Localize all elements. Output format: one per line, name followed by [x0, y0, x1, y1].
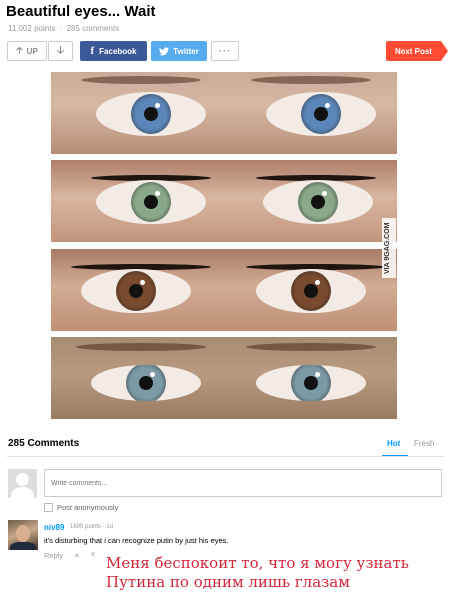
watermark-text: VIA 9GAG.COM: [384, 222, 391, 274]
eye: [96, 180, 206, 224]
comment-meta: 1695 points · 1d: [70, 524, 113, 530]
eye-strip-3: [51, 249, 397, 331]
next-post-button[interactable]: Next Post: [386, 41, 448, 61]
arrow-down-icon: 🡣: [56, 44, 65, 56]
comment-downvote-icon[interactable]: ▼: [89, 550, 97, 559]
comment-points: 1695 points: [70, 524, 102, 530]
post-image[interactable]: [51, 72, 397, 419]
overlay-caption-line-2: Путина по одним лишь глазам: [106, 573, 350, 591]
twitter-bird-icon: [159, 46, 170, 55]
eye: [91, 365, 201, 401]
post-comments-count[interactable]: 285 comments: [67, 24, 119, 33]
watermark: VIA 9GAG.COM: [382, 218, 396, 278]
arrow-up-icon: 🡡: [16, 45, 23, 55]
comments-title: 285 Comments: [8, 438, 80, 449]
overlay-caption-line-1: Меня беспокоит то, что я могу узнать: [106, 554, 409, 572]
post-title: Beautiful eyes... Wait: [6, 3, 156, 20]
iris: [291, 365, 331, 401]
twitter-share-button[interactable]: Twitter: [151, 41, 207, 61]
eye: [266, 92, 376, 136]
eyebrow: [81, 76, 201, 84]
more-options-button[interactable]: ···: [211, 41, 239, 61]
tab-hot[interactable]: Hot: [387, 439, 400, 448]
comment-meta-separator: ·: [102, 524, 105, 530]
tab-fresh[interactable]: Fresh: [414, 439, 434, 448]
post-meta: 11,002 points · 285 comments: [8, 24, 119, 33]
eye: [263, 180, 373, 224]
eye: [96, 92, 206, 136]
upvote-button[interactable]: 🡡 UP: [7, 41, 47, 61]
default-avatar-icon: [8, 469, 37, 498]
divider: [7, 456, 443, 457]
overlay-caption: Меня беспокоит то, что я могу узнать Пут…: [106, 554, 409, 592]
eye: [256, 365, 366, 401]
eye: [256, 269, 366, 313]
facebook-icon: f: [90, 45, 95, 57]
meta-separator: ·: [59, 24, 63, 33]
comment-time: 1d: [106, 524, 114, 530]
downvote-button[interactable]: 🡣: [48, 41, 73, 61]
comment-upvote-icon[interactable]: ▲: [73, 550, 81, 559]
comment-username[interactable]: niv89: [44, 523, 64, 532]
iris: [301, 94, 341, 134]
eye-strip-2: [51, 160, 397, 242]
twitter-label: Twitter: [173, 46, 199, 56]
iris: [291, 271, 331, 311]
eye: [81, 269, 191, 313]
iris: [116, 271, 156, 311]
upvote-label: UP: [26, 46, 38, 56]
eyebrow: [246, 343, 376, 351]
post-points[interactable]: 11,002 points: [8, 24, 55, 33]
eyebrow: [76, 343, 206, 351]
facebook-label: Facebook: [99, 46, 137, 56]
facebook-share-button[interactable]: f Facebook: [80, 41, 147, 61]
eye-strip-1: [51, 72, 397, 154]
iris: [131, 94, 171, 134]
iris: [126, 365, 166, 401]
comment-input[interactable]: [44, 469, 442, 497]
eyebrow: [251, 76, 371, 84]
anonymous-label: Post anonymously: [57, 503, 119, 512]
reply-link[interactable]: Reply: [44, 551, 63, 560]
avatar[interactable]: [8, 520, 38, 550]
anonymous-checkbox[interactable]: [44, 503, 53, 512]
comment-text: it's disturbing that i can recognize put…: [44, 536, 229, 545]
eye-strip-4: [51, 337, 397, 419]
iris: [131, 182, 171, 222]
iris: [298, 182, 338, 222]
